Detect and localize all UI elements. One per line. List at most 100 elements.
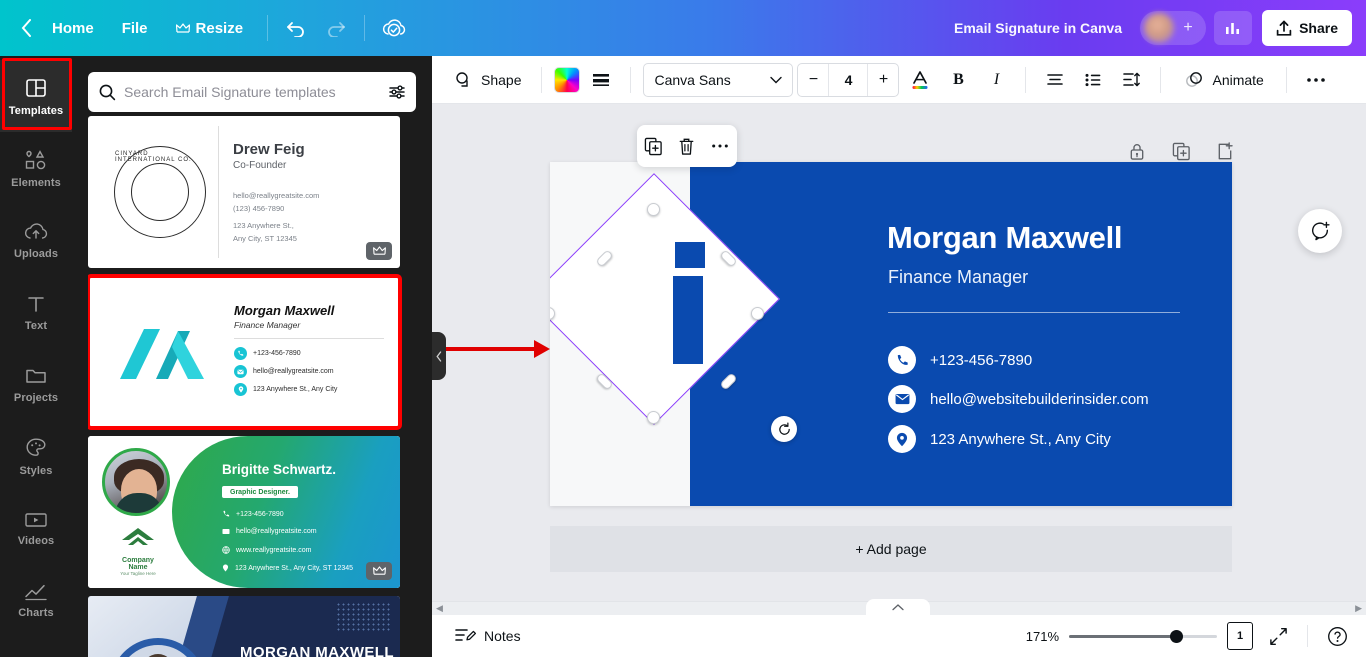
design-role-text[interactable]: Finance Manager [888, 267, 1028, 288]
font-name: Canva Sans [654, 71, 731, 88]
page-count-button[interactable]: 1 [1227, 622, 1253, 650]
border-style-button[interactable] [584, 63, 618, 97]
template-card[interactable]: MORGAN MAXWELL MARKETING STAFF hello@rea… [88, 596, 400, 657]
add-collaborator-button[interactable]: + [1174, 19, 1202, 37]
undo-icon [287, 22, 304, 37]
pro-badge [366, 242, 392, 260]
document-title[interactable]: Email Signature in Canva [954, 20, 1122, 36]
duplicate-button[interactable] [640, 132, 668, 160]
font-size-value[interactable]: 4 [828, 63, 869, 96]
template-logo [104, 321, 224, 383]
add-comment-button[interactable] [1298, 209, 1342, 253]
redo-button[interactable] [316, 11, 354, 45]
sidebar-item-videos[interactable]: Videos [0, 492, 72, 564]
scroll-left-button[interactable]: ◀ [436, 603, 443, 614]
undo-button[interactable] [278, 11, 316, 45]
resize-handle-top[interactable] [647, 203, 660, 216]
file-menu[interactable]: File [108, 14, 162, 43]
bold-button[interactable]: B [941, 63, 975, 97]
video-icon [25, 512, 47, 527]
sidebar-item-projects[interactable]: Projects [0, 348, 72, 420]
resize-handle-bottom[interactable] [647, 411, 660, 424]
design-canvas-page[interactable]: Morgan Maxwell Finance Manager +123-456-… [550, 162, 1232, 506]
collaborators[interactable]: + [1140, 11, 1207, 45]
template-email: hello@reallygreatsite.com [236, 528, 317, 535]
font-size-stepper[interactable]: − 4 + [797, 62, 900, 97]
fullscreen-button[interactable] [1263, 621, 1293, 651]
template-card[interactable]: Brigitte Schwartz. Graphic Designer. +12… [88, 436, 400, 588]
shape-button[interactable]: Shape [446, 63, 529, 97]
resize-button[interactable]: Resize [162, 14, 258, 43]
text-icon [28, 296, 44, 312]
template-role: Graphic Designer. [222, 486, 298, 498]
crown-icon [372, 566, 386, 575]
template-results-list[interactable]: CINYARD INTERNATIONAL CO. Drew Feig Co-F… [88, 70, 416, 657]
help-button[interactable] [1322, 621, 1352, 651]
phone-icon [888, 346, 916, 374]
bullet-list-button[interactable] [1076, 63, 1110, 97]
font-size-decrease[interactable]: − [798, 64, 828, 96]
sidebar-item-label: Videos [17, 534, 55, 547]
more-options-button[interactable] [706, 132, 734, 160]
sidebar-item-label: Templates [8, 104, 64, 117]
cloud-check-icon [382, 19, 406, 37]
editor-toolbar: Shape Canva Sans − 4 + B I Animate [432, 56, 1366, 104]
resize-handle-right[interactable] [751, 307, 764, 320]
animate-button[interactable]: Animate [1173, 63, 1273, 97]
sidebar-item-text[interactable]: Text [0, 276, 72, 348]
design-address-row[interactable]: 123 Anywhere St., Any City [888, 425, 1111, 453]
template-address-1: 123 Anywhere St., [233, 221, 294, 230]
insights-button[interactable] [1214, 11, 1253, 45]
text-color-button[interactable] [903, 63, 937, 97]
template-address-2: Any City, ST 12345 [233, 234, 297, 243]
delete-button[interactable] [673, 132, 701, 160]
sidebar-item-uploads[interactable]: Uploads [0, 204, 72, 276]
design-email-row[interactable]: hello@websitebuilderinsider.com [888, 385, 1149, 413]
design-divider [888, 312, 1180, 313]
zoom-slider[interactable] [1069, 629, 1217, 643]
border-style-icon [593, 73, 610, 86]
scroll-right-button[interactable]: ▶ [1355, 603, 1362, 614]
template-address-row: 123 Anywhere St., Any City [234, 383, 384, 396]
fill-color-button[interactable] [554, 66, 581, 93]
rotate-handle[interactable] [771, 416, 797, 442]
sidebar-item-charts[interactable]: Charts [0, 564, 72, 636]
sidebar-item-elements[interactable]: Elements [0, 132, 72, 204]
canvas-area[interactable]: Morgan Maxwell Finance Manager +123-456-… [432, 104, 1366, 601]
shape-label: Shape [481, 71, 522, 88]
notes-expand-tab[interactable] [866, 599, 930, 615]
add-page-bar[interactable]: + Add page [550, 526, 1232, 572]
line-spacing-button[interactable] [1114, 63, 1148, 97]
folder-icon [26, 369, 46, 383]
font-family-select[interactable]: Canva Sans [643, 62, 794, 97]
design-phone-row[interactable]: +123-456-7890 [888, 346, 1032, 374]
sidebar-item-label: Styles [19, 464, 53, 477]
home-button[interactable]: Home [38, 14, 108, 43]
template-name: MORGAN MAXWELL [240, 644, 394, 657]
template-card-selected[interactable]: Morgan Maxwell Finance Manager +123-456-… [88, 274, 402, 430]
saved-status-button[interactable] [375, 11, 413, 45]
location-icon [888, 425, 916, 453]
template-phone: +123-456-7890 [253, 350, 301, 357]
templates-icon [26, 78, 46, 97]
sidebar-item-styles[interactable]: Styles [0, 420, 72, 492]
back-button[interactable] [0, 19, 38, 37]
more-options-button[interactable] [1299, 63, 1333, 97]
design-name-text[interactable]: Morgan Maxwell [887, 220, 1123, 256]
template-card[interactable]: CINYARD INTERNATIONAL CO. Drew Feig Co-F… [88, 116, 400, 268]
zoom-fill [1069, 634, 1177, 638]
italic-button[interactable]: I [979, 63, 1013, 97]
notes-button[interactable]: Notes [446, 620, 529, 652]
divider [1307, 625, 1308, 647]
font-size-increase[interactable]: + [868, 64, 898, 96]
chevron-up-icon [892, 603, 904, 610]
crown-icon [372, 246, 386, 255]
divider [541, 66, 543, 93]
text-align-button[interactable] [1038, 63, 1072, 97]
sidebar-item-templates[interactable]: Templates [0, 60, 72, 132]
bottom-bar: Notes 171% 1 [432, 615, 1366, 657]
divider [1285, 66, 1287, 93]
collapse-panel-button[interactable] [432, 332, 446, 380]
zoom-thumb[interactable] [1170, 629, 1183, 643]
share-button[interactable]: Share [1262, 10, 1352, 46]
